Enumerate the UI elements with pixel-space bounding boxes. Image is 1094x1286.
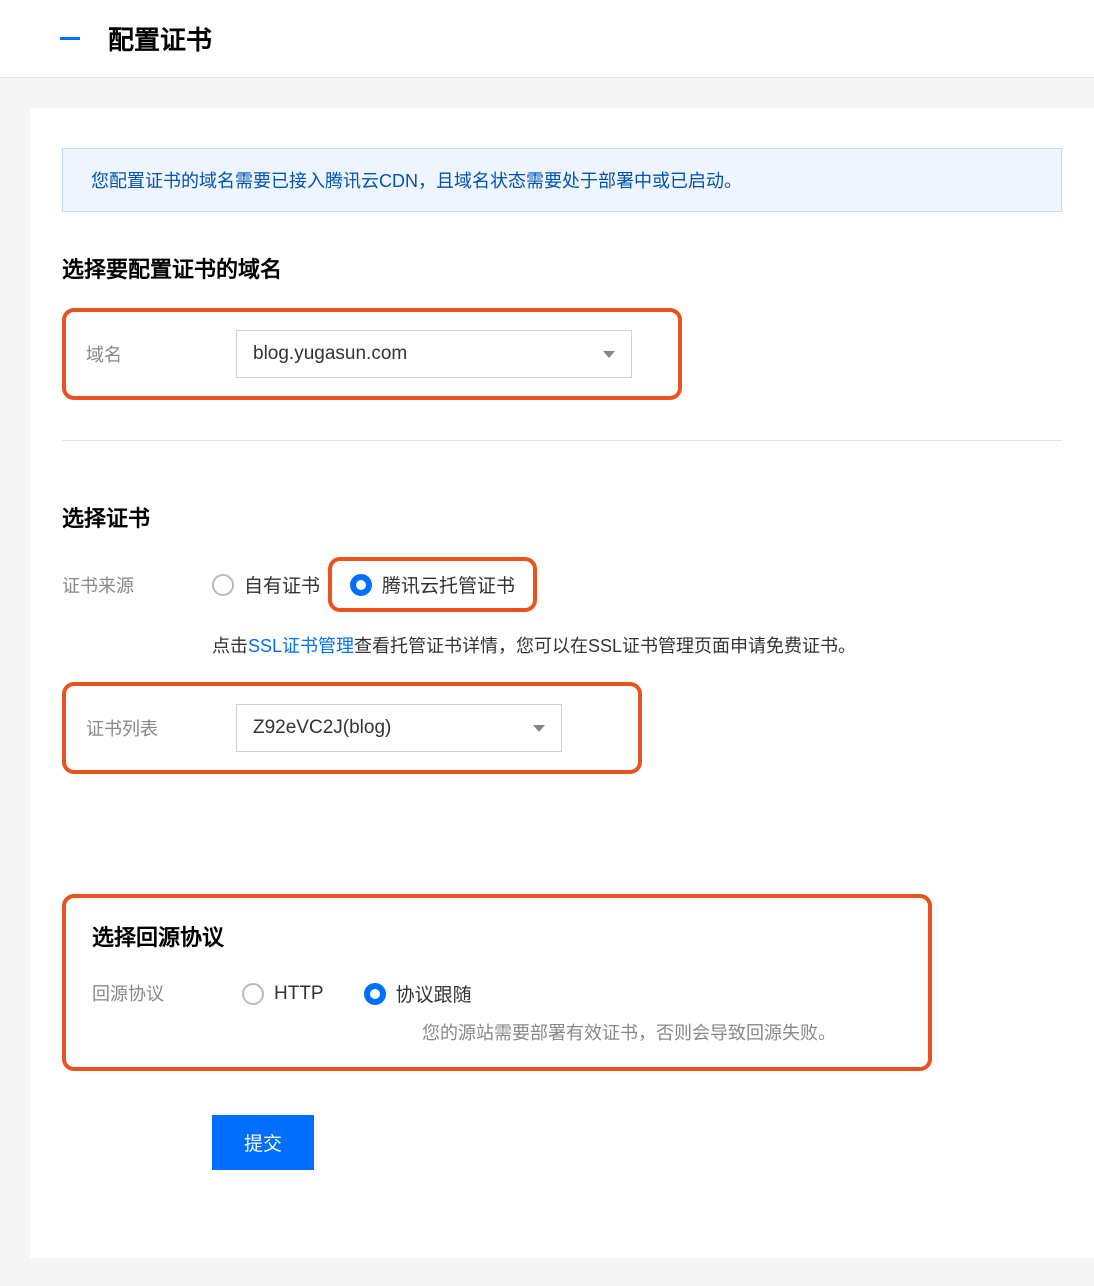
protocol-http-radio[interactable]: HTTP xyxy=(242,983,324,1005)
cert-list-highlight: 证书列表 Z92eVC2J(blog) xyxy=(62,682,642,774)
ssl-manage-link[interactable]: SSL证书管理 xyxy=(248,636,354,656)
protocol-label: 回源协议 xyxy=(92,980,242,1006)
section-protocol-title: 选择回源协议 xyxy=(92,920,902,952)
divider xyxy=(62,440,1062,441)
cert-hint: 点击SSL证书管理查看托管证书详情，您可以在SSL证书管理页面申请免费证书。 xyxy=(212,632,1062,658)
page-header: 配置证书 xyxy=(0,0,1094,78)
section-cert-title: 选择证书 xyxy=(62,501,1062,533)
section-domain: 选择要配置证书的域名 域名 blog.yugasun.com xyxy=(62,252,1062,400)
chevron-down-icon xyxy=(603,351,615,358)
domain-label: 域名 xyxy=(86,341,236,367)
protocol-follow-radio[interactable]: 协议跟随 xyxy=(364,980,472,1007)
cert-list-select[interactable]: Z92eVC2J(blog) xyxy=(236,704,562,752)
radio-unchecked-icon xyxy=(212,574,234,596)
section-domain-title: 选择要配置证书的域名 xyxy=(62,252,1062,284)
cert-source-label: 证书来源 xyxy=(62,572,212,598)
cert-list-value: Z92eVC2J(blog) xyxy=(253,717,391,739)
domain-select-value: blog.yugasun.com xyxy=(253,343,407,365)
cert-source-own-radio[interactable]: 自有证书 xyxy=(212,571,320,598)
radio-checked-icon xyxy=(350,574,372,596)
domain-select[interactable]: blog.yugasun.com xyxy=(236,330,632,378)
cert-list-label: 证书列表 xyxy=(86,715,236,741)
header-indicator xyxy=(60,37,80,40)
info-banner: 您配置证书的域名需要已接入腾讯云CDN，且域名状态需要处于部署中或已启动。 xyxy=(62,148,1062,212)
cert-source-own-label: 自有证书 xyxy=(244,571,320,598)
radio-checked-icon xyxy=(364,983,386,1005)
protocol-http-label: HTTP xyxy=(274,983,324,1005)
section-protocol-highlight: 选择回源协议 回源协议 HTTP 协议跟随 您的源站需要部署有效证书，否则会导致… xyxy=(62,894,932,1071)
content-panel: 您配置证书的域名需要已接入腾讯云CDN，且域名状态需要处于部署中或已启动。 选择… xyxy=(30,108,1094,1258)
cert-source-hosted-radio[interactable]: 腾讯云托管证书 xyxy=(350,571,515,598)
cert-hint-prefix: 点击 xyxy=(212,636,248,656)
cert-source-hosted-label: 腾讯云托管证书 xyxy=(382,571,515,598)
protocol-follow-label: 协议跟随 xyxy=(396,980,472,1007)
cert-hint-suffix: 查看托管证书详情，您可以在SSL证书管理页面申请免费证书。 xyxy=(354,636,856,656)
section-cert: 选择证书 证书来源 自有证书 腾讯云托管证书 点击SSL证书管理查看托管证书详情… xyxy=(62,501,1062,774)
chevron-down-icon xyxy=(533,725,545,732)
submit-button[interactable]: 提交 xyxy=(212,1115,314,1170)
info-text: 您配置证书的域名需要已接入腾讯云CDN，且域名状态需要处于部署中或已启动。 xyxy=(91,171,742,191)
protocol-hint: 您的源站需要部署有效证书，否则会导致回源失败。 xyxy=(422,1019,836,1045)
radio-unchecked-icon xyxy=(242,983,264,1005)
cert-source-hosted-highlight: 腾讯云托管证书 xyxy=(328,557,537,612)
page-title: 配置证书 xyxy=(108,20,212,57)
domain-highlight: 域名 blog.yugasun.com xyxy=(62,308,682,400)
